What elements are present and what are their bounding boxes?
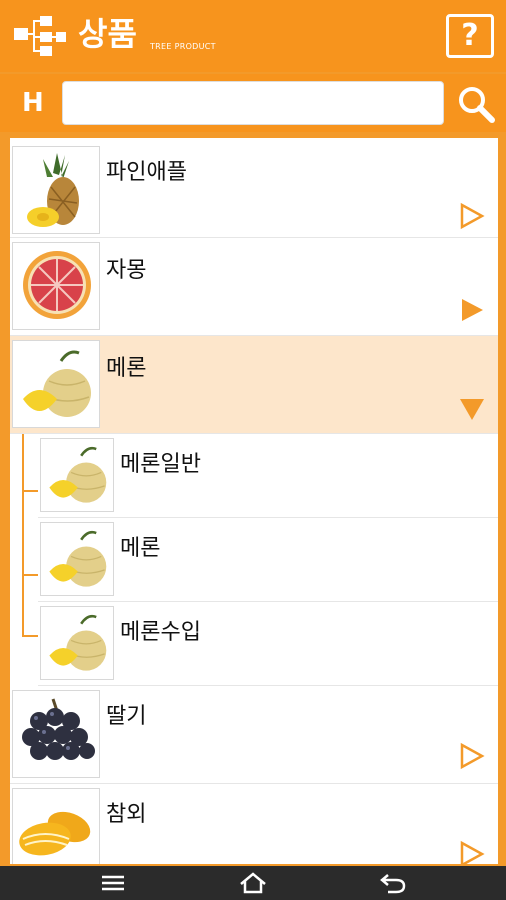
system-navigation-bar	[0, 866, 506, 900]
tree-connector-line	[22, 434, 24, 636]
app-title: 상품	[78, 15, 137, 53]
child-item-label: 메론일반	[120, 452, 201, 477]
item-label: 메론	[106, 356, 147, 381]
melon-thumbnail	[40, 606, 114, 680]
grapes-thumbnail	[12, 690, 100, 778]
item-label: 딸기	[106, 704, 147, 729]
search-input[interactable]	[62, 81, 444, 125]
pineapple-thumbnail	[12, 146, 100, 234]
expand-arrow-outline-icon[interactable]	[458, 202, 486, 230]
expand-arrow-outline-icon[interactable]	[458, 742, 486, 770]
grapefruit-thumbnail	[12, 242, 100, 330]
child-list-item[interactable]: 메론일반	[38, 434, 498, 518]
back-icon[interactable]	[378, 870, 408, 896]
child-item-label: 메론	[120, 536, 161, 561]
item-label: 자몽	[106, 258, 147, 283]
collapse-arrow-down-icon[interactable]	[458, 394, 486, 422]
tree-logo-icon	[14, 16, 66, 56]
tree-connector-branch	[22, 490, 38, 492]
app-header: 상품 TREE PRODUCT ?	[0, 0, 506, 72]
help-button[interactable]: ?	[446, 14, 494, 58]
child-list-item[interactable]: 메론수입	[38, 602, 498, 686]
tree-connector-branch	[22, 635, 38, 637]
expand-arrow-outline-icon[interactable]	[458, 840, 486, 864]
menu-icon[interactable]	[98, 870, 128, 896]
product-tree-list: 파인애플 자몽 메론 메론일반 메론 메론수입 딸기 참외	[10, 138, 498, 864]
item-label: 참외	[106, 802, 147, 827]
melon-thumbnail	[40, 438, 114, 512]
melon-thumbnail	[12, 340, 100, 428]
korean-melon-thumbnail	[12, 788, 100, 864]
search-prefix-label: H	[22, 88, 44, 118]
item-label: 파인애플	[106, 160, 187, 185]
expand-arrow-filled-icon[interactable]	[458, 296, 486, 324]
search-bar: H	[0, 74, 506, 132]
list-item[interactable]: 파인애플	[10, 142, 498, 238]
child-list-item[interactable]: 메론	[38, 518, 498, 602]
home-icon[interactable]	[238, 870, 268, 896]
list-item-expanded[interactable]: 메론	[10, 336, 498, 434]
melon-thumbnail	[40, 522, 114, 596]
search-icon[interactable]	[454, 82, 498, 126]
list-item[interactable]: 자몽	[10, 238, 498, 336]
list-item[interactable]: 딸기	[10, 686, 498, 784]
tree-connector-branch	[22, 574, 38, 576]
list-item[interactable]: 참외	[10, 784, 498, 864]
app-subtitle: TREE PRODUCT	[150, 42, 216, 51]
child-item-label: 메론수입	[120, 620, 201, 645]
